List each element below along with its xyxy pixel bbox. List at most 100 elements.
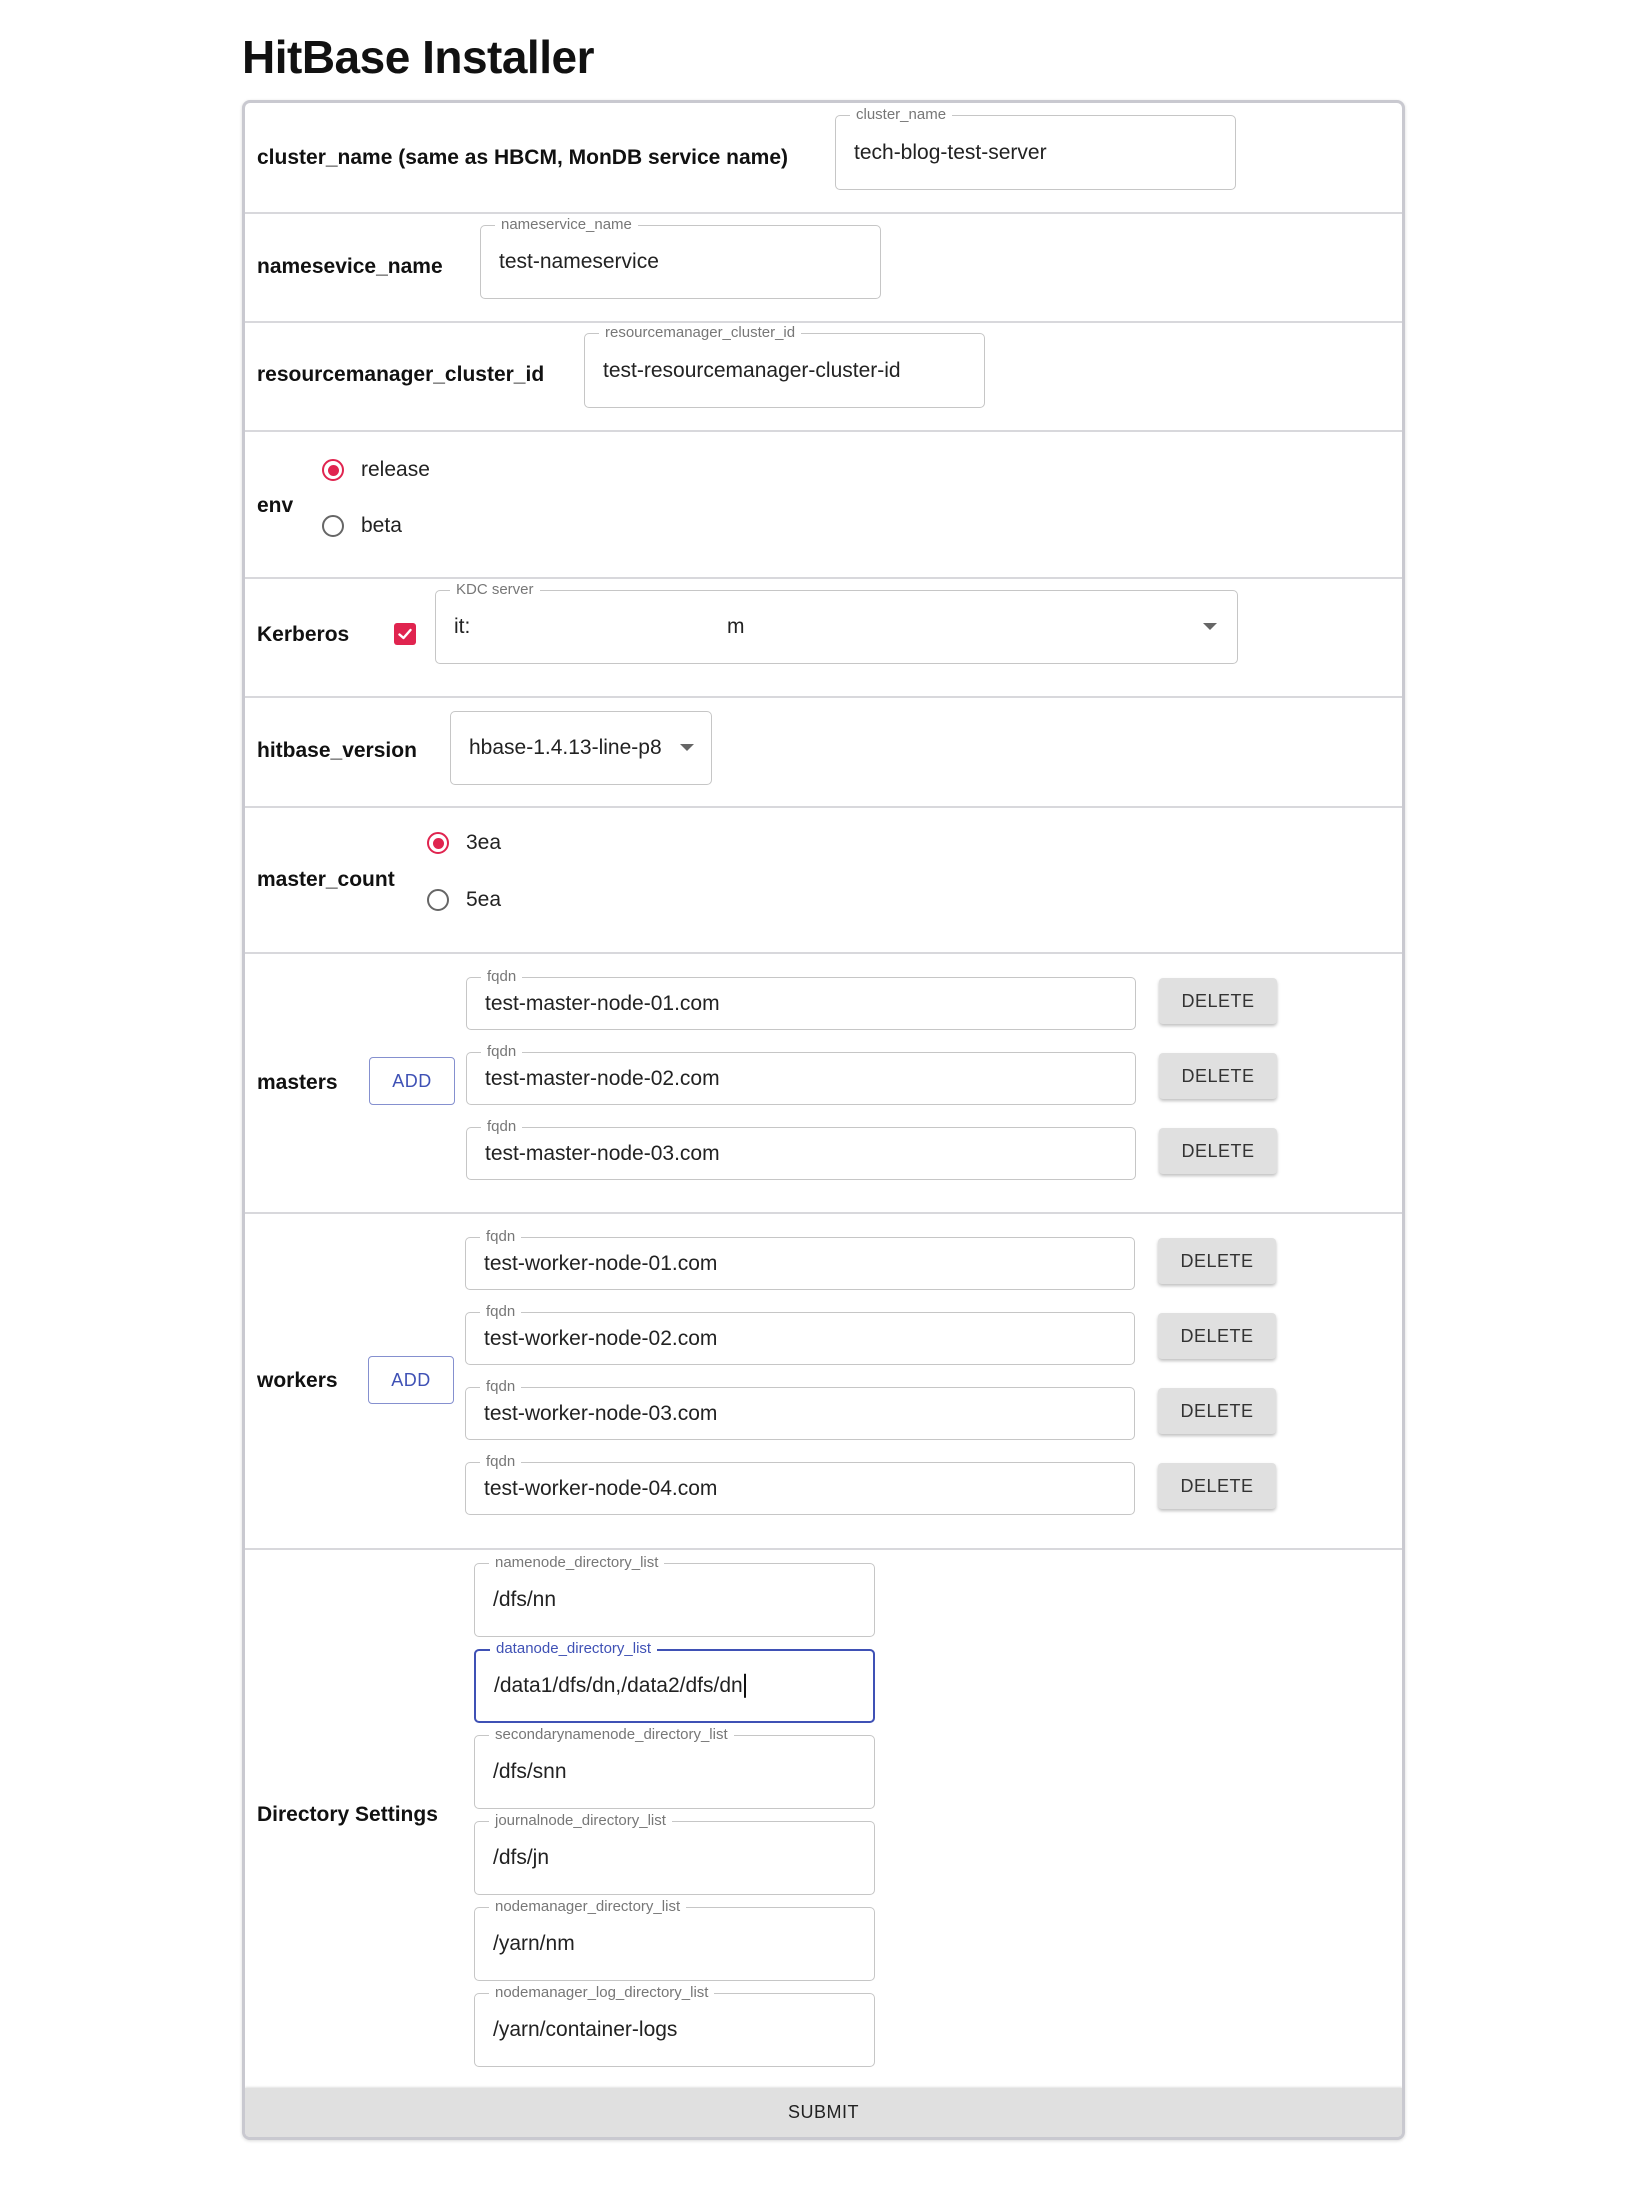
master-fqdn-input[interactable]: fqdn test-master-node-02.com	[466, 1043, 1136, 1105]
hitbase-version-value: hbase-1.4.13-line-p8	[469, 736, 662, 759]
workers-label: workers	[257, 1369, 338, 1392]
resourcemanager-label: resourcemanager_cluster_id	[257, 363, 545, 386]
hitbase-version-row: hitbase_version hbase-1.4.13-line-p8	[245, 698, 1402, 808]
resourcemanager-row: resourcemanager_cluster_id resourcemanag…	[245, 323, 1402, 432]
datanode-directory-input[interactable]: datanode_directory_list /data1/dfs/dn,/d…	[474, 1640, 875, 1723]
radio-unchecked-icon[interactable]	[427, 889, 449, 911]
kerberos-checkbox[interactable]	[394, 623, 416, 645]
fqdn-legend: fqdn	[481, 968, 523, 986]
master-fqdn-input[interactable]: fqdn test-master-node-01.com	[466, 968, 1136, 1030]
kdc-server-legend: KDC server	[450, 581, 540, 599]
nodemanager-log-directory-legend: nodemanager_log_directory_list	[489, 1984, 715, 2002]
master-fqdn-value: test-master-node-02.com	[485, 1066, 720, 1090]
worker-fqdn-input[interactable]: fqdn test-worker-node-03.com	[465, 1378, 1135, 1440]
env-label: env	[257, 494, 294, 517]
nodemanager-log-directory-input[interactable]: nodemanager_log_directory_list /yarn/con…	[474, 1984, 875, 2067]
master-fqdn-value: test-master-node-03.com	[485, 1141, 720, 1165]
journalnode-directory-input[interactable]: journalnode_directory_list /dfs/jn	[474, 1812, 875, 1895]
worker-fqdn-input[interactable]: fqdn test-worker-node-02.com	[465, 1303, 1135, 1365]
master-count-option-label: 5ea	[466, 888, 502, 911]
radio-checked-icon[interactable]	[427, 832, 449, 854]
resourcemanager-input[interactable]: resourcemanager_cluster_id test-resource…	[584, 324, 985, 408]
worker-fqdn-input[interactable]: fqdn test-worker-node-01.com	[465, 1228, 1135, 1290]
worker-fqdn-value: test-worker-node-01.com	[484, 1251, 718, 1275]
cluster-name-label: cluster_name (same as HBCM, MonDB servic…	[257, 146, 789, 169]
datanode-directory-legend: datanode_directory_list	[490, 1640, 658, 1658]
journalnode-directory-legend: journalnode_directory_list	[489, 1812, 672, 1830]
master-count-row: master_count 3ea 5ea	[245, 808, 1402, 954]
env-option-release[interactable]: release	[322, 458, 430, 482]
kdc-server-value: it: m	[454, 615, 745, 638]
masters-label: masters	[257, 1071, 338, 1094]
namenode-directory-value: /dfs/nn	[493, 1588, 557, 1611]
delete-worker-button[interactable]: DELETE	[1158, 1388, 1276, 1434]
kdc-server-select[interactable]: KDC server it: m	[435, 581, 1238, 664]
fqdn-legend: fqdn	[480, 1453, 522, 1471]
chevron-down-icon	[1203, 623, 1217, 630]
nameservice-row: namesevice_name nameservice_name test-na…	[245, 214, 1402, 323]
directory-settings-label: Directory Settings	[257, 1803, 438, 1826]
delete-master-button[interactable]: DELETE	[1159, 1128, 1277, 1174]
env-option-label: beta	[361, 514, 402, 537]
master-count-option-label: 3ea	[466, 831, 502, 854]
submit-button[interactable]: SUBMIT	[245, 2088, 1402, 2137]
chevron-down-icon	[680, 744, 694, 751]
nameservice-input[interactable]: nameservice_name test-nameservice	[480, 216, 881, 299]
nodemanager-directory-input[interactable]: nodemanager_directory_list /yarn/nm	[474, 1898, 875, 1981]
env-option-label: release	[361, 458, 430, 481]
fqdn-legend: fqdn	[481, 1043, 523, 1061]
nodemanager-directory-legend: nodemanager_directory_list	[489, 1898, 687, 1916]
add-master-button[interactable]: ADD	[369, 1057, 455, 1105]
master-count-label: master_count	[257, 868, 395, 891]
datanode-directory-value: /data1/dfs/dn,/data2/dfs/dn	[494, 1673, 743, 1697]
delete-worker-button[interactable]: DELETE	[1158, 1463, 1276, 1509]
page-title: HitBase Installer	[242, 31, 594, 83]
cluster-name-legend: cluster_name	[850, 106, 953, 124]
master-fqdn-value: test-master-node-01.com	[485, 991, 720, 1015]
master-count-option-5ea[interactable]: 5ea	[427, 888, 501, 912]
directory-settings-row: Directory Settings namenode_directory_li…	[245, 1550, 1402, 2090]
text-caret	[743, 1674, 746, 1699]
delete-worker-button[interactable]: DELETE	[1158, 1238, 1276, 1284]
add-worker-button[interactable]: ADD	[368, 1356, 454, 1404]
delete-master-button[interactable]: DELETE	[1159, 1053, 1277, 1099]
datanode-directory-value-wrap: /data1/dfs/dn,/data2/dfs/dn	[494, 1673, 746, 1699]
worker-fqdn-value: test-worker-node-04.com	[484, 1476, 718, 1500]
worker-fqdn-value: test-worker-node-03.com	[484, 1401, 718, 1425]
nameservice-legend: nameservice_name	[495, 216, 638, 234]
check-icon	[398, 628, 412, 640]
secondarynamenode-directory-input[interactable]: secondarynamenode_directory_list /dfs/sn…	[474, 1726, 875, 1809]
fqdn-legend: fqdn	[481, 1118, 523, 1136]
delete-worker-button[interactable]: DELETE	[1158, 1313, 1276, 1359]
worker-fqdn-input[interactable]: fqdn test-worker-node-04.com	[465, 1453, 1135, 1515]
kerberos-row: Kerberos KDC server it: m	[245, 579, 1402, 698]
namenode-directory-input[interactable]: namenode_directory_list /dfs/nn	[474, 1554, 875, 1637]
kerberos-label: Kerberos	[257, 623, 350, 646]
namenode-directory-legend: namenode_directory_list	[489, 1554, 665, 1572]
resourcemanager-value: test-resourcemanager-cluster-id	[603, 358, 901, 382]
worker-fqdn-value: test-worker-node-02.com	[484, 1326, 718, 1350]
master-count-option-3ea[interactable]: 3ea	[427, 831, 501, 855]
nameservice-value: test-nameservice	[499, 250, 659, 273]
radio-unchecked-icon[interactable]	[322, 515, 344, 537]
env-option-beta[interactable]: beta	[322, 514, 402, 538]
nodemanager-directory-value: /yarn/nm	[493, 1932, 575, 1955]
secondarynamenode-directory-value: /dfs/snn	[493, 1760, 567, 1783]
installer-form: cluster_name (same as HBCM, MonDB servic…	[242, 100, 1405, 2140]
cluster-name-input[interactable]: cluster_name tech-blog-test-server	[835, 106, 1236, 190]
fqdn-legend: fqdn	[480, 1228, 522, 1246]
cluster-name-row: cluster_name (same as HBCM, MonDB servic…	[245, 103, 1402, 214]
hitbase-version-label: hitbase_version	[257, 739, 417, 762]
secondarynamenode-directory-legend: secondarynamenode_directory_list	[489, 1726, 734, 1744]
master-fqdn-input[interactable]: fqdn test-master-node-03.com	[466, 1118, 1136, 1180]
radio-checked-icon[interactable]	[322, 459, 344, 481]
fqdn-legend: fqdn	[480, 1303, 522, 1321]
journalnode-directory-value: /dfs/jn	[493, 1846, 550, 1869]
workers-row: workers ADD fqdn test-worker-node-01.com…	[245, 1214, 1402, 1550]
nodemanager-log-directory-value: /yarn/container-logs	[493, 2018, 678, 2041]
cluster-name-value: tech-blog-test-server	[854, 140, 1047, 164]
nameservice-label: namesevice_name	[257, 255, 443, 278]
hitbase-version-select[interactable]: hbase-1.4.13-line-p8	[450, 711, 712, 785]
delete-master-button[interactable]: DELETE	[1159, 978, 1277, 1024]
masters-row: masters ADD fqdn test-master-node-01.com…	[245, 954, 1402, 1214]
